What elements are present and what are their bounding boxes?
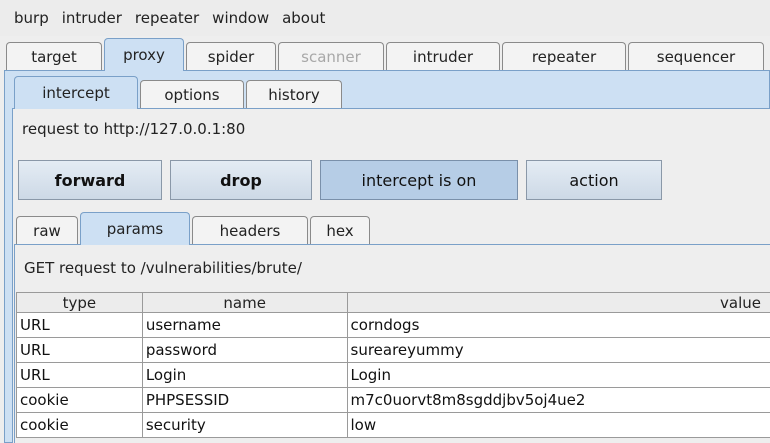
tab-options[interactable]: options <box>140 80 244 108</box>
tab-sequencer[interactable]: sequencer <box>628 42 764 70</box>
param-value-cell[interactable]: Login <box>346 362 770 388</box>
param-value-cell[interactable]: sureareyummy <box>346 337 770 363</box>
intercept-toggle-button[interactable]: intercept is on <box>320 160 518 200</box>
request-line-label: GET request to /vulnerabilities/brute/ <box>24 259 302 277</box>
tab-intercept[interactable]: intercept <box>14 76 138 109</box>
column-header-value[interactable]: value <box>346 292 770 313</box>
proxy-tab-bar: intercept options history <box>10 76 770 109</box>
param-value-cell[interactable]: corndogs <box>346 312 770 338</box>
table-row[interactable]: cookie security low <box>16 412 770 438</box>
tab-raw[interactable]: raw <box>16 216 78 244</box>
tab-history[interactable]: history <box>246 80 342 108</box>
param-type-cell[interactable]: URL <box>16 362 143 388</box>
main-tab-bar: target proxy spider scanner intruder rep… <box>0 38 770 71</box>
tab-headers[interactable]: headers <box>192 216 308 244</box>
column-header-type[interactable]: type <box>16 292 143 313</box>
menu-burp[interactable]: burp <box>14 9 49 27</box>
param-value-cell[interactable]: low <box>346 412 770 438</box>
tab-scanner: scanner <box>278 42 384 70</box>
param-type-cell[interactable]: URL <box>16 337 143 363</box>
tab-repeater[interactable]: repeater <box>502 42 626 70</box>
message-tab-bar: raw params headers hex <box>14 212 770 245</box>
tab-spider[interactable]: spider <box>186 42 276 70</box>
table-row[interactable]: cookie PHPSESSID m7c0uorvt8m8sgddjbv5oj4… <box>16 387 770 413</box>
table-row[interactable]: URL password sureareyummy <box>16 337 770 363</box>
menu-window[interactable]: window <box>212 9 269 27</box>
tab-target[interactable]: target <box>6 42 102 70</box>
params-table: type name value URL username corndogs UR… <box>16 292 770 438</box>
param-value-cell[interactable]: m7c0uorvt8m8sgddjbv5oj4ue2 <box>346 387 770 413</box>
param-name-cell[interactable]: security <box>141 412 348 438</box>
table-row[interactable]: URL username corndogs <box>16 312 770 338</box>
menu-repeater[interactable]: repeater <box>135 9 199 27</box>
column-header-name[interactable]: name <box>141 292 348 313</box>
forward-button[interactable]: forward <box>18 160 162 200</box>
param-name-cell[interactable]: PHPSESSID <box>141 387 348 413</box>
table-row[interactable]: URL Login Login <box>16 362 770 388</box>
menu-intruder[interactable]: intruder <box>62 9 122 27</box>
param-type-cell[interactable]: URL <box>16 312 143 338</box>
menu-bar: burp intruder repeater window about <box>0 0 770 36</box>
menu-about[interactable]: about <box>282 9 325 27</box>
table-header-row: type name value <box>16 292 770 313</box>
param-name-cell[interactable]: username <box>141 312 348 338</box>
param-name-cell[interactable]: password <box>141 337 348 363</box>
tab-proxy[interactable]: proxy <box>104 38 184 71</box>
tab-hex[interactable]: hex <box>310 216 370 244</box>
request-target-label: request to http://127.0.0.1:80 <box>22 120 246 138</box>
param-type-cell[interactable]: cookie <box>16 412 143 438</box>
tab-intruder[interactable]: intruder <box>386 42 500 70</box>
tab-params[interactable]: params <box>80 212 190 245</box>
param-name-cell[interactable]: Login <box>141 362 348 388</box>
action-button[interactable]: action <box>526 160 662 200</box>
drop-button[interactable]: drop <box>170 160 312 200</box>
param-type-cell[interactable]: cookie <box>16 387 143 413</box>
